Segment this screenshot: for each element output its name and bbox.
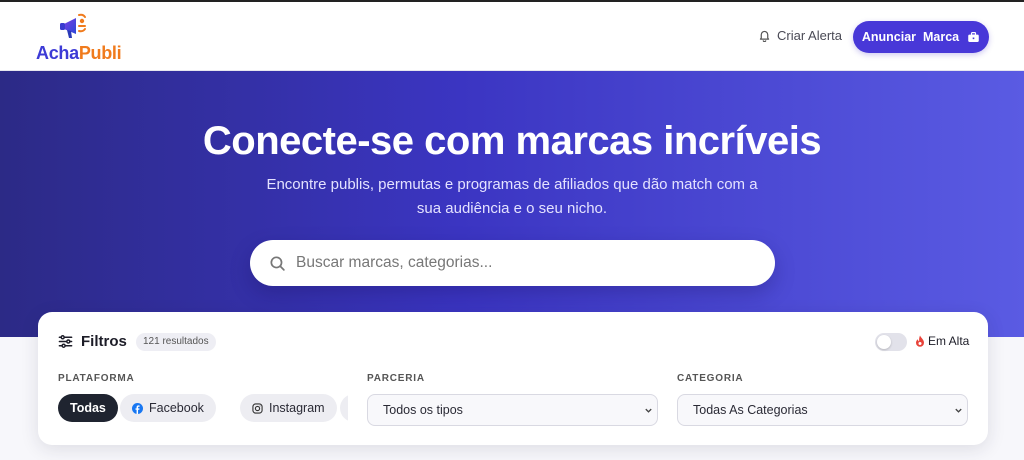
advertise-brand-label: Anunciar Marca [861, 30, 960, 44]
platform-chip-instagram-label: Instagram [269, 401, 325, 415]
top-navbar: AchaPubli Criar Alerta Anunciar Marca [0, 2, 1024, 71]
chevron-down-icon [955, 408, 962, 413]
briefcase-icon [968, 31, 979, 42]
fire-icon [916, 335, 924, 347]
hero-banner: Conecte-se com marcas incríveis Encontre… [0, 71, 1024, 337]
bell-icon [759, 30, 770, 42]
hero-subtitle: Encontre publis, permutas e programas de… [266, 176, 758, 217]
advertise-brand-button[interactable]: Anunciar Marca [853, 21, 989, 53]
create-alert-label: Criar Alerta [777, 28, 843, 43]
logo-wordmark: AchaPubli [36, 43, 122, 64]
hero-title: Conecte-se com marcas incríveis [202, 119, 822, 163]
platform-chip-facebook-label: Facebook [149, 401, 204, 415]
partnership-select[interactable]: Todos os tipos [367, 394, 658, 426]
trending-label: Em Alta [928, 334, 970, 348]
chevron-down-icon [645, 408, 652, 413]
search-input[interactable] [296, 254, 756, 272]
facebook-icon [132, 402, 143, 414]
category-label: CATEGORIA [677, 373, 744, 384]
search-icon [270, 255, 285, 271]
filters-panel: Filtros 121 resultados Em Alta PLATAFORM… [38, 312, 988, 445]
platform-chip-all[interactable]: Todas [58, 394, 118, 422]
logo-text-part1: Acha [36, 43, 79, 63]
platform-chip-all-label: Todas [70, 401, 106, 415]
sliders-icon [58, 335, 73, 348]
logo-text-part2: Publi [78, 43, 122, 63]
search-bar[interactable] [250, 240, 775, 286]
trending-label-group: Em Alta [915, 334, 969, 348]
category-select[interactable]: Todas As Categorias [677, 394, 968, 426]
filters-title: Filtros [81, 333, 127, 350]
platform-label: PLATAFORMA [58, 373, 135, 384]
partnership-label: PARCERIA [367, 373, 425, 384]
logo[interactable]: AchaPubli [36, 12, 126, 64]
partnership-select-value: Todos os tipos [383, 403, 463, 417]
category-select-value: Todas As Categorias [693, 403, 808, 417]
instagram-icon [252, 402, 263, 414]
megaphone-logo-icon [60, 13, 86, 38]
results-count-badge: 121 resultados [136, 333, 216, 351]
create-alert-link[interactable]: Criar Alerta [758, 28, 842, 43]
platform-chip-instagram[interactable]: Instagram [240, 394, 337, 422]
platform-chip-facebook[interactable]: Facebook [120, 394, 216, 422]
trending-toggle[interactable] [875, 333, 907, 351]
platform-chip-pinterest[interactable] [340, 394, 348, 422]
filters-heading: Filtros [58, 333, 127, 350]
platform-chips: Todas Facebook Instagram [58, 394, 348, 422]
